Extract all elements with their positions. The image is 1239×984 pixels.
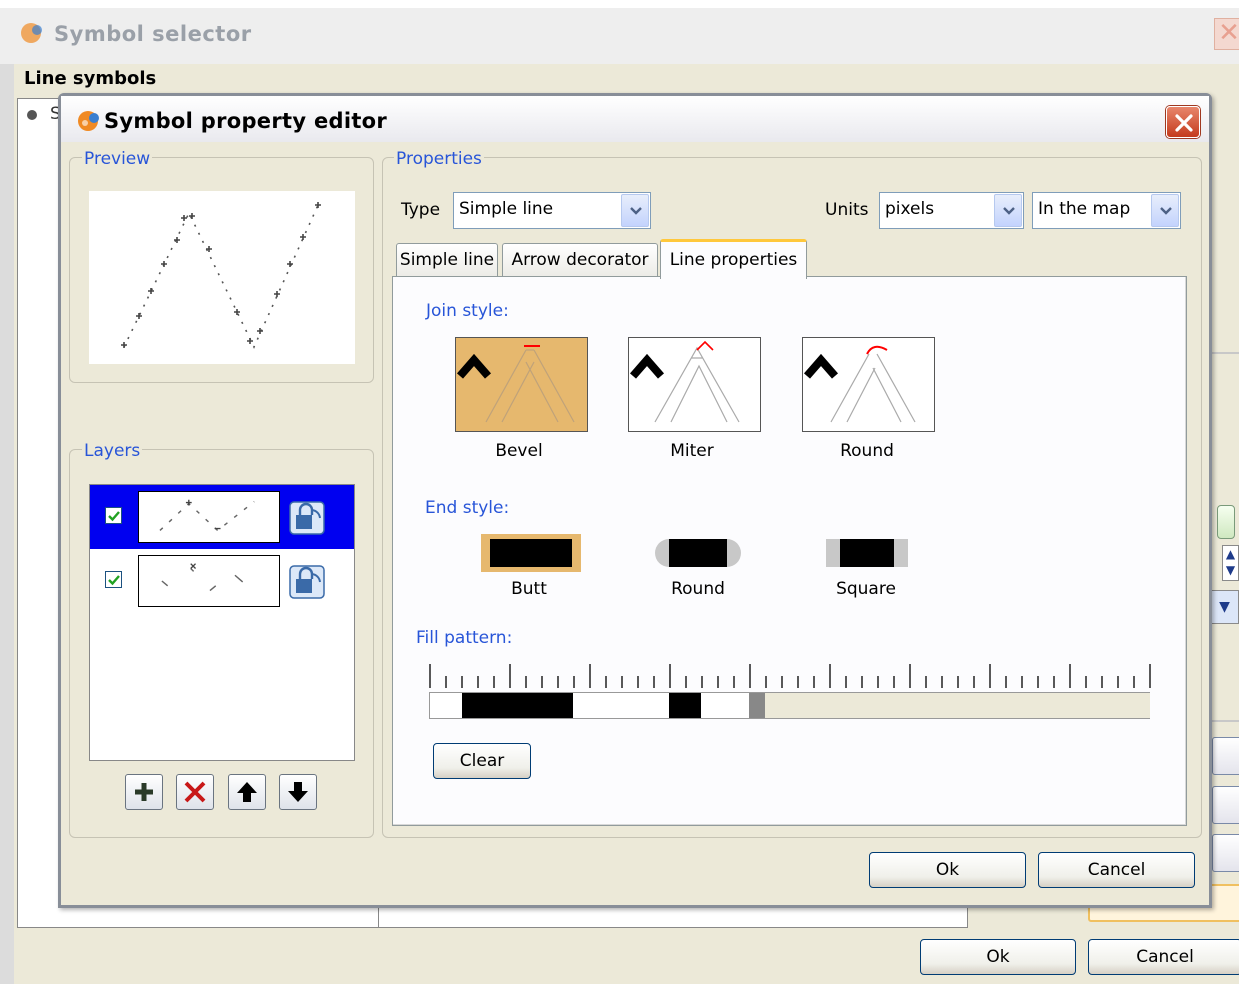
pattern-dash[interactable] (669, 693, 701, 718)
move-down-icon (288, 782, 308, 802)
dialog-title: Symbol property editor (104, 109, 388, 133)
layer-visible-checkbox[interactable] (105, 571, 122, 588)
preview-legend: Preview (82, 149, 153, 169)
tree-node-bullet-icon (27, 110, 37, 120)
move-layer-down-button[interactable] (279, 774, 317, 810)
layer-row[interactable] (90, 485, 354, 549)
chevron-down-icon[interactable] (994, 194, 1022, 227)
properties-legend: Properties (394, 149, 484, 169)
selector-side-button[interactable] (1212, 737, 1239, 775)
chevron-down-icon[interactable] (1151, 194, 1179, 227)
clear-button[interactable]: Clear (433, 743, 531, 779)
selector-side-button[interactable] (1212, 834, 1239, 872)
tab-simple-line[interactable]: Simple line (396, 243, 498, 277)
layers-legend: Layers (82, 441, 143, 461)
fill-pattern-ruler (429, 664, 1151, 688)
butt-cap-icon[interactable] (490, 539, 572, 567)
selector-cancel-button[interactable]: Cancel (1088, 939, 1239, 975)
dialog-close-button[interactable] (1166, 106, 1200, 138)
square-cap-icon[interactable] (840, 539, 894, 567)
selector-ok-button[interactable]: Ok (920, 939, 1076, 975)
square-caption: Square (836, 579, 896, 599)
cancel-button[interactable]: Cancel (1038, 852, 1195, 888)
add-layer-icon (135, 783, 153, 801)
size-spinner[interactable]: ▲ ▼ (1222, 545, 1239, 581)
bevel-caption: Bevel (495, 441, 543, 461)
units-select[interactable]: pixels (879, 192, 1024, 229)
layer-preview (138, 491, 280, 543)
add-layer-button[interactable] (125, 774, 163, 810)
type-label: Type (401, 200, 441, 220)
fill-pattern-editor[interactable] (429, 692, 1150, 719)
miter-join-icon (629, 340, 740, 423)
layer-row[interactable] (90, 549, 354, 613)
selector-dropdown[interactable]: ▼ (1210, 590, 1239, 624)
join-style-label: Join style: (426, 301, 509, 321)
round-cap-icon[interactable] (669, 539, 727, 567)
join-style-round[interactable] (802, 337, 935, 432)
tab-arrow-decorator[interactable]: Arrow decorator (502, 243, 658, 277)
selector-side-button[interactable] (1212, 786, 1239, 824)
move-layer-up-button[interactable] (228, 774, 266, 810)
app-logo-icon (78, 111, 99, 131)
pattern-unused (765, 693, 1150, 718)
ok-button[interactable]: Ok (869, 852, 1026, 888)
pattern-end-marker[interactable] (749, 693, 765, 718)
layer-preview (138, 555, 280, 607)
fill-pattern-label: Fill pattern: (416, 628, 513, 648)
symbol-preview (89, 191, 355, 364)
size-slider-thumb[interactable] (1217, 505, 1235, 539)
join-style-bevel[interactable] (455, 337, 588, 432)
selector-title: Symbol selector (54, 22, 252, 46)
end-style-label: End style: (425, 498, 510, 518)
close-icon (1175, 114, 1193, 132)
units-scope-select[interactable]: In the map (1032, 192, 1181, 229)
bevel-join-icon (456, 345, 575, 423)
tab-line-properties[interactable]: Line properties (660, 239, 807, 279)
round-join-icon (803, 345, 916, 423)
miter-caption: Miter (670, 441, 714, 461)
round-end-caption: Round (671, 579, 725, 599)
chevron-down-icon[interactable] (621, 194, 649, 227)
units-label: Units (825, 200, 869, 220)
screen-top-strip (0, 0, 1239, 8)
check-icon (108, 575, 120, 586)
check-icon (108, 511, 120, 522)
type-select-value: Simple line (459, 199, 554, 219)
round-join-caption: Round (840, 441, 894, 461)
divider (1212, 720, 1239, 722)
join-style-miter[interactable] (628, 337, 761, 432)
divider (1212, 352, 1239, 354)
remove-layer-icon (184, 781, 206, 803)
type-select[interactable]: Simple line (453, 192, 651, 229)
units-scope-value: In the map (1038, 199, 1131, 219)
lock-icon[interactable] (288, 562, 326, 600)
remove-layer-button[interactable] (176, 774, 214, 810)
butt-caption: Butt (511, 579, 547, 599)
move-up-icon (237, 782, 257, 802)
selector-close-button[interactable]: ✕ (1214, 18, 1239, 50)
app-logo-icon (21, 23, 42, 43)
pattern-dash[interactable] (462, 693, 573, 718)
lock-icon[interactable] (288, 498, 326, 536)
line-symbols-label: Line symbols (24, 68, 157, 89)
layer-visible-checkbox[interactable] (105, 507, 122, 524)
units-select-value: pixels (885, 199, 935, 219)
